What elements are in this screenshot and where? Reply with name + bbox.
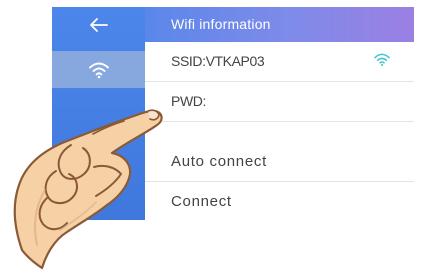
wifi-details-list: SSID:VTKAP03 PWD: Auto connect Connect	[145, 42, 414, 220]
back-arrow-icon	[89, 17, 108, 32]
password-row[interactable]: PWD:	[145, 82, 414, 122]
connect-row[interactable]: Connect	[145, 182, 414, 220]
back-button[interactable]	[52, 7, 145, 42]
sidebar-item-wifi[interactable]	[52, 51, 145, 88]
wifi-icon	[88, 62, 109, 78]
ssid-label: SSID:VTKAP03	[171, 53, 265, 69]
wifi-information-screen: Wifi information SSID:VTKAP03 PWD: Auto …	[52, 7, 414, 220]
auto-connect-row[interactable]: Auto connect	[145, 142, 414, 182]
auto-connect-label: Auto connect	[171, 153, 267, 170]
sidebar	[52, 7, 145, 220]
page-title: Wifi information	[171, 16, 271, 32]
wifi-icon	[373, 52, 391, 72]
ssid-row: SSID:VTKAP03	[145, 42, 414, 82]
password-label: PWD:	[171, 93, 206, 109]
screen-header: Wifi information	[145, 7, 414, 42]
connect-label: Connect	[171, 193, 232, 210]
